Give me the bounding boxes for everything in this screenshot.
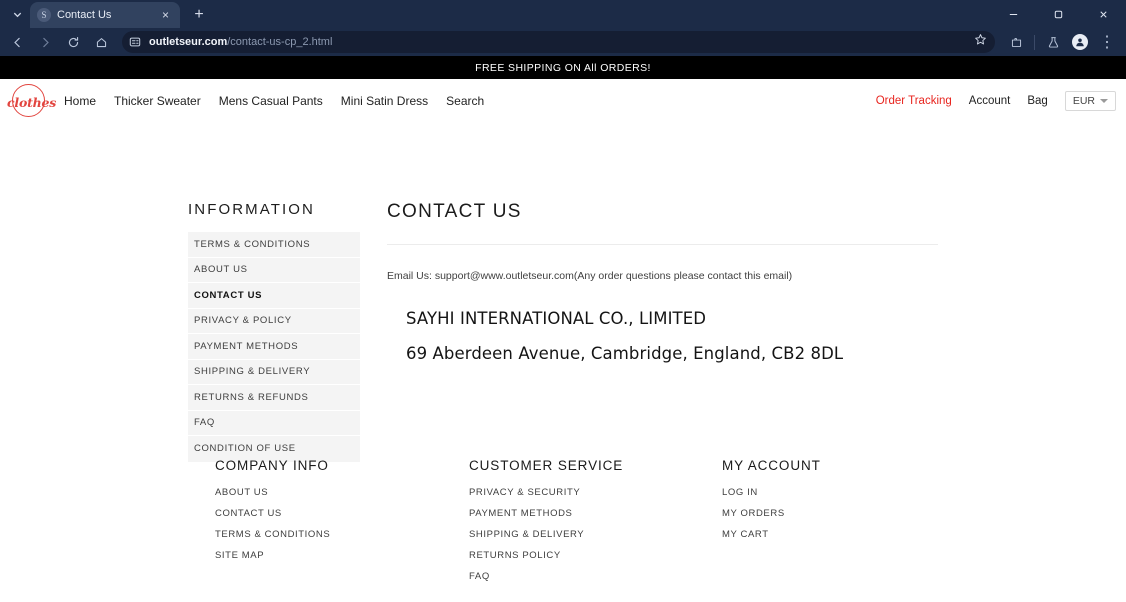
footer-link-faq[interactable]: FAQ	[469, 571, 623, 582]
sidebar-item-shipping-delivery[interactable]: SHIPPING & DELIVERY	[188, 360, 360, 385]
page-title: CONTACT US	[387, 201, 522, 222]
url-domain: outletseur.com	[149, 36, 228, 48]
toolbar-right-icons: ⋮	[1003, 30, 1120, 54]
sidebar-item-faq[interactable]: FAQ	[188, 411, 360, 436]
footer-link-privacy-security[interactable]: PRIVACY & SECURITY	[469, 487, 623, 498]
company-name: SAYHI INTERNATIONAL CO., LIMITED	[406, 309, 707, 328]
main-content: CONTACT US Email Us: support@www.outlets…	[387, 201, 938, 363]
sidebar-item-privacy-policy[interactable]: PRIVACY & POLICY	[188, 309, 360, 334]
maximize-button[interactable]	[1036, 0, 1081, 28]
company-address: 69 Aberdeen Avenue, Cambridge, England, …	[406, 344, 844, 363]
bookmark-star-icon[interactable]	[974, 33, 987, 51]
tab-strip: S Contact Us × +	[0, 0, 1126, 28]
footer-column-company-info: COMPANY INFO ABOUT US CONTACT US TERMS &…	[215, 458, 330, 571]
nav-item-home[interactable]: Home	[64, 94, 96, 108]
toolbar-divider	[1034, 34, 1035, 50]
profile-avatar-icon[interactable]	[1067, 30, 1093, 54]
footer-columns: COMPANY INFO ABOUT US CONTACT US TERMS &…	[0, 458, 1126, 582]
sidebar-item-terms-conditions[interactable]: TERMS & CONDITIONS	[188, 232, 360, 258]
footer-heading-company-info: COMPANY INFO	[215, 458, 329, 473]
currency-value: EUR	[1072, 94, 1095, 107]
footer-link-site-map[interactable]: SITE MAP	[215, 550, 330, 561]
globe-icon: S	[37, 8, 51, 22]
sidebar-item-payment-methods[interactable]: PAYMENT METHODS	[188, 334, 360, 360]
address-bar[interactable]: outletseur.com/contact-us-cp_2.html	[122, 31, 995, 53]
nav-item-mens-casual-pants[interactable]: Mens Casual Pants	[219, 94, 323, 108]
tab-search-chevron-icon[interactable]	[4, 2, 30, 26]
footer-link-my-cart[interactable]: MY CART	[722, 529, 821, 540]
logo-text: clothes	[7, 94, 57, 110]
footer-heading-customer-service: CUSTOMER SERVICE	[469, 458, 624, 473]
browser-tab[interactable]: S Contact Us ×	[30, 2, 180, 28]
nav-item-thicker-sweater[interactable]: Thicker Sweater	[114, 94, 201, 108]
footer-column-customer-service: CUSTOMER SERVICE PRIVACY & SECURITY PAYM…	[469, 458, 623, 592]
minimize-button[interactable]	[991, 0, 1036, 28]
site-footer: COMPANY INFO ABOUT US CONTACT US TERMS &…	[0, 458, 1126, 582]
footer-link-shipping-delivery[interactable]: SHIPPING & DELIVERY	[469, 529, 623, 540]
new-tab-button[interactable]: +	[186, 3, 212, 27]
site-logo[interactable]: clothes	[6, 82, 57, 120]
email-contact-line: Email Us: support@www.outletseur.com(Any…	[387, 270, 793, 282]
footer-link-contact-us[interactable]: CONTACT US	[215, 508, 330, 519]
site-header: clothes Home Thicker Sweater Mens Casual…	[0, 79, 1126, 123]
footer-link-my-orders[interactable]: MY ORDERS	[722, 508, 821, 519]
main-navigation: Home Thicker Sweater Mens Casual Pants M…	[64, 94, 484, 108]
footer-link-payment-methods[interactable]: PAYMENT METHODS	[469, 508, 623, 519]
close-icon[interactable]: ×	[158, 8, 173, 23]
forward-icon[interactable]	[32, 30, 58, 54]
sidebar-item-about-us[interactable]: ABOUT US	[188, 258, 360, 283]
sidebar-item-contact-us[interactable]: CONTACT US	[188, 283, 360, 309]
browser-toolbar: outletseur.com/contact-us-cp_2.html ⋮	[0, 28, 1126, 56]
nav-item-search[interactable]: Search	[446, 94, 484, 108]
header-utility-nav: Order Tracking Account Bag EUR	[876, 90, 1116, 111]
window-controls	[991, 0, 1126, 28]
title-divider	[387, 244, 938, 245]
nav-item-mini-satin-dress[interactable]: Mini Satin Dress	[341, 94, 428, 108]
footer-link-log-in[interactable]: LOG IN	[722, 487, 821, 498]
chevron-down-icon	[1100, 98, 1108, 103]
order-tracking-link[interactable]: Order Tracking	[876, 95, 952, 107]
sidebar-title: INFORMATION	[188, 201, 315, 218]
account-link[interactable]: Account	[969, 95, 1011, 107]
labs-flask-icon[interactable]	[1040, 30, 1066, 54]
url-text: outletseur.com/contact-us-cp_2.html	[149, 36, 332, 48]
back-icon[interactable]	[4, 30, 30, 54]
bag-link[interactable]: Bag	[1027, 95, 1047, 107]
sidebar-item-returns-refunds[interactable]: RETURNS & REFUNDS	[188, 385, 360, 411]
extensions-icon[interactable]	[1003, 30, 1029, 54]
footer-column-my-account: MY ACCOUNT LOG IN MY ORDERS MY CART	[722, 458, 821, 550]
footer-link-terms-conditions[interactable]: TERMS & CONDITIONS	[215, 529, 330, 540]
tab-title: Contact Us	[57, 9, 112, 21]
information-sidebar: INFORMATION TERMS & CONDITIONS ABOUT US …	[188, 201, 360, 462]
footer-link-about-us[interactable]: ABOUT US	[215, 487, 330, 498]
footer-link-returns-policy[interactable]: RETURNS POLICY	[469, 550, 623, 561]
reload-icon[interactable]	[60, 30, 86, 54]
page-info-icon[interactable]	[127, 35, 142, 50]
browser-window: S Contact Us × + outletseur.com/contact-…	[0, 0, 1126, 56]
url-path: /contact-us-cp_2.html	[227, 36, 333, 48]
currency-selector[interactable]: EUR	[1064, 90, 1116, 111]
close-window-button[interactable]	[1081, 0, 1126, 28]
browser-menu-icon[interactable]: ⋮	[1094, 30, 1120, 54]
page-viewport: FREE SHIPPING ON All ORDERS! clothes Hom…	[0, 56, 1126, 602]
home-icon[interactable]	[88, 30, 114, 54]
footer-heading-my-account: MY ACCOUNT	[722, 458, 821, 473]
avatar	[1072, 34, 1088, 50]
sidebar-list: TERMS & CONDITIONS ABOUT US CONTACT US P…	[188, 232, 360, 462]
announcement-bar: FREE SHIPPING ON All ORDERS!	[0, 56, 1126, 79]
